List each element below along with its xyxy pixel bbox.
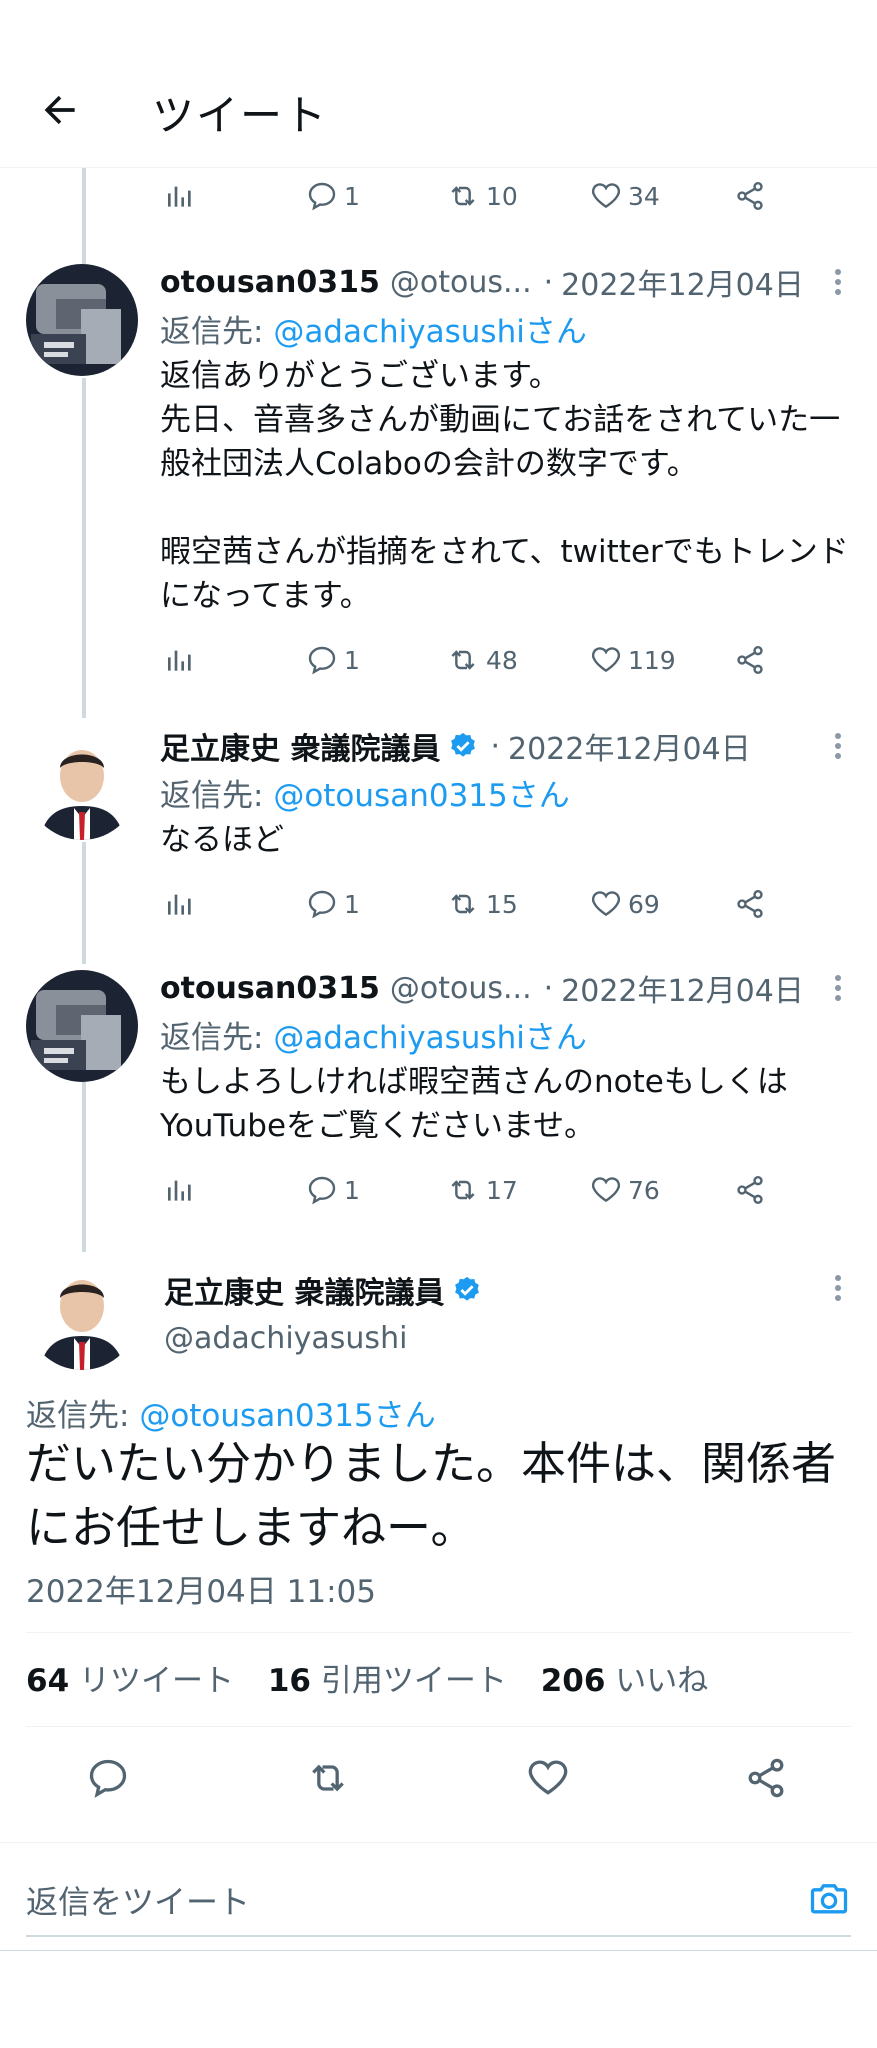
share-icon[interactable] [734, 884, 766, 924]
avatar[interactable] [26, 264, 138, 376]
separator-dot: · [490, 728, 500, 764]
divider [26, 1632, 851, 1633]
reply-button[interactable] [86, 1756, 130, 1800]
back-arrow-icon[interactable] [38, 88, 82, 132]
like-button[interactable]: 76 [590, 1170, 660, 1210]
reply-input[interactable]: 返信をツイート [26, 1877, 250, 1923]
retweet-button[interactable] [306, 1756, 350, 1800]
camera-icon[interactable] [807, 1877, 851, 1921]
divider [0, 1950, 877, 1951]
retweet-button[interactable]: 15 [446, 884, 518, 924]
avatar[interactable] [26, 970, 138, 1082]
tweet-date[interactable]: 2022年12月04日 [561, 966, 804, 1010]
focused-tweet-actions [0, 1748, 877, 1808]
more-icon[interactable] [833, 262, 843, 302]
tweet-text: なるほど [160, 822, 284, 858]
reply-button[interactable]: 1 [306, 640, 360, 680]
engagement-counts: 64 リツイート 16 引用ツイート 206 いいね [26, 1655, 732, 1700]
mention-link[interactable]: @otousan0315さん [273, 778, 569, 814]
more-icon[interactable] [833, 1268, 843, 1308]
mention-link[interactable]: @adachiyasushiさん [273, 314, 587, 350]
mention-link[interactable]: @adachiyasushiさん [273, 1020, 587, 1056]
verified-icon [448, 731, 478, 761]
share-icon[interactable] [734, 1170, 766, 1210]
tweet-text: 返信ありがとうございます。 先日、音喜多さんが動画にてお話をされていた一般社団法… [160, 358, 849, 614]
like-button[interactable]: 34 [590, 176, 660, 216]
reply-to-line: 返信先: @adachiyasushiさん [160, 314, 587, 350]
retweets-count[interactable]: 64 リツイート [26, 1663, 234, 1699]
tweet[interactable]: 足立康史 衆議院議員 · 2022年12月04日 返信先: @otousan03… [0, 722, 877, 882]
avatar[interactable] [26, 1258, 138, 1370]
avatar[interactable] [26, 728, 138, 840]
separator-dot: · [543, 970, 554, 1006]
display-name[interactable]: otousan0315 [160, 971, 380, 1006]
tweet-text: もしよろしければ暇空茜さんのnoteもしくはYouTubeをご覧くださいませ。 [160, 1064, 788, 1144]
analytics-icon[interactable] [164, 176, 196, 216]
top-app-bar: ツイート [0, 0, 877, 168]
share-icon[interactable] [744, 1756, 788, 1800]
reply-button[interactable]: 1 [306, 884, 360, 924]
verified-icon [452, 1275, 482, 1305]
analytics-icon[interactable] [164, 884, 196, 924]
more-icon[interactable] [833, 726, 843, 766]
tweet-actions: 1 48 119 [0, 640, 877, 680]
share-icon[interactable] [734, 640, 766, 680]
quotes-count[interactable]: 16 引用ツイート [268, 1663, 507, 1699]
tweet[interactable]: otousan0315 @otous... · 2022年12月04日 返信先:… [0, 964, 877, 1164]
tweet-text: だいたい分かりました。本件は、関係者にお任せしますねー。 [26, 1437, 837, 1554]
likes-count[interactable]: 206 いいね [541, 1663, 709, 1699]
retweet-button[interactable]: 17 [446, 1170, 518, 1210]
tweet-timestamp: 2022年12月04日 11:05 [26, 1574, 376, 1610]
focused-tweet: 足立康史 衆議院議員 @adachiyasushi [0, 1252, 877, 1372]
reply-button[interactable]: 1 [306, 1170, 360, 1210]
tweet-actions: 1 10 34 [0, 176, 877, 216]
user-handle[interactable]: @otous... [390, 971, 532, 1006]
tweet-date[interactable]: 2022年12月04日 [561, 260, 804, 304]
user-handle[interactable]: @otous... [390, 265, 532, 300]
tweet-actions: 1 15 69 [0, 884, 877, 924]
tweet-date[interactable]: 2022年12月04日 [508, 724, 751, 768]
divider [26, 1726, 851, 1727]
more-icon[interactable] [833, 968, 843, 1008]
reply-to-line: 返信先: @otousan0315さん [26, 1398, 436, 1434]
reply-button[interactable]: 1 [306, 176, 360, 216]
input-underline [26, 1935, 851, 1937]
display-name[interactable]: 足立康史 衆議院議員 [164, 1268, 444, 1312]
reply-to-line: 返信先: @otousan0315さん [160, 778, 570, 814]
retweet-button[interactable]: 10 [446, 176, 518, 216]
mention-link[interactable]: @otousan0315さん [139, 1398, 435, 1434]
like-button[interactable]: 119 [590, 640, 676, 680]
tweet-actions: 1 17 76 [0, 1170, 877, 1210]
like-button[interactable]: 69 [590, 884, 660, 924]
share-icon[interactable] [734, 176, 766, 216]
analytics-icon[interactable] [164, 640, 196, 680]
analytics-icon[interactable] [164, 1170, 196, 1210]
user-handle[interactable]: @adachiyasushi [164, 1321, 407, 1356]
retweet-button[interactable]: 48 [446, 640, 518, 680]
reply-to-line: 返信先: @adachiyasushiさん [160, 1020, 587, 1056]
like-button[interactable] [526, 1756, 570, 1800]
separator-dot: · [543, 264, 554, 300]
tweet[interactable]: otousan0315 @otous... · 2022年12月04日 返信先:… [0, 258, 877, 688]
reply-composer: 返信をツイート [0, 1842, 877, 1950]
display-name[interactable]: otousan0315 [160, 265, 380, 300]
display-name[interactable]: 足立康史 衆議院議員 [160, 724, 440, 768]
page-title: ツイート [152, 91, 329, 140]
